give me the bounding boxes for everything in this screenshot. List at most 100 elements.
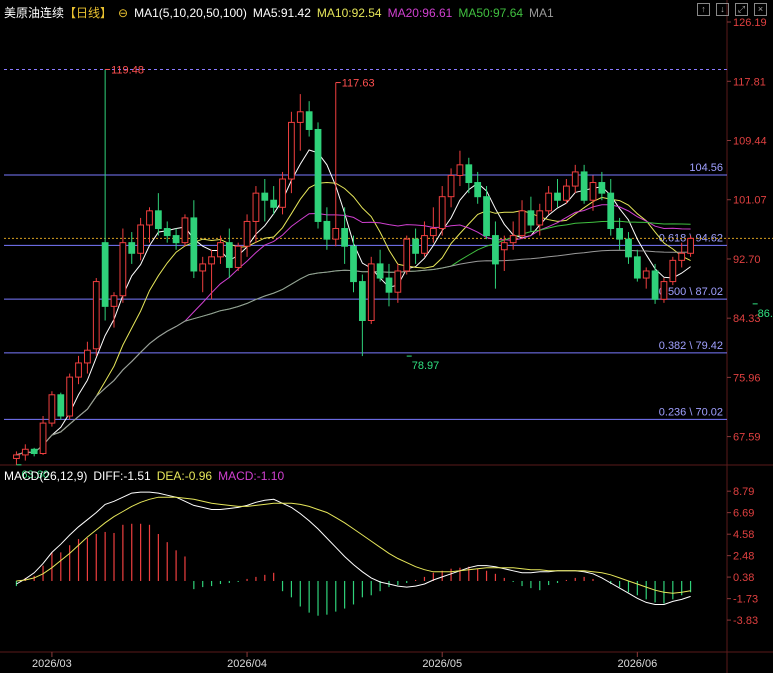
candle-down [554, 192, 561, 201]
candle-down [261, 192, 269, 201]
candle-down [350, 245, 357, 283]
period-label[interactable]: 【日线】 [64, 4, 112, 21]
candle-up [208, 256, 215, 265]
main-chart-header: 美原油连续 【日线】 ⊖ MA1(5,10,20,50,100) MA5:91.… [4, 4, 554, 21]
candle-up [571, 171, 579, 187]
candle-up [39, 422, 47, 455]
ma1-value: MA1 [529, 5, 554, 20]
ma5-value: MA5:91.42 [252, 5, 311, 20]
macd-header: MACD(26,12,9) DIFF:-1.51 DEA:-0.96 MACD:… [4, 469, 284, 483]
symbol-name[interactable]: 美原油连续 [4, 4, 64, 21]
candle-up [84, 349, 91, 364]
price-tick-label: 67.59 [733, 432, 761, 444]
macd-params[interactable]: MACD(26,12,9) [4, 469, 87, 483]
candle-down [376, 263, 384, 279]
candle-up [13, 454, 20, 459]
candle-up [642, 270, 650, 279]
candle-down [580, 171, 588, 201]
candle-down [616, 228, 623, 240]
candle-up [48, 394, 56, 424]
candle-up [394, 270, 402, 293]
time-axis-label: 2026/03 [32, 658, 72, 670]
candle-up [669, 259, 677, 283]
candle-down [625, 238, 632, 258]
candle-down [270, 199, 278, 208]
fib-level-label: 0.500 \ 87.02 [659, 286, 723, 298]
high-label: 117.63 [342, 78, 375, 90]
candle-up [234, 245, 242, 268]
down-arrow-icon[interactable]: ↓ [716, 3, 729, 16]
candle-down [474, 182, 482, 198]
candle-down [154, 210, 162, 230]
candle-up [456, 164, 464, 176]
candle-up [288, 121, 295, 180]
ma-params[interactable]: MA1(5,10,20,50,100) [134, 6, 247, 20]
candle-down [483, 196, 490, 237]
candle-up [678, 252, 686, 261]
background [0, 0, 773, 673]
candle-down [225, 242, 233, 268]
candle-up [403, 238, 411, 272]
candle-up [563, 185, 570, 201]
expand-icon[interactable]: ⤢ [735, 3, 748, 16]
up-arrow-icon[interactable]: ↑ [697, 3, 710, 16]
candle-down [128, 242, 136, 254]
candle-up [217, 242, 224, 258]
candle-down [598, 182, 606, 194]
fib-level-label: 104.56 [689, 162, 723, 174]
candle-up [687, 237, 694, 254]
candle-down [341, 228, 349, 247]
price-tick-label: 84.33 [733, 313, 761, 325]
macd-tick-label: 2.48 [733, 551, 754, 563]
candle-down [57, 394, 65, 417]
candle-up [199, 263, 207, 272]
time-axis-label: 2026/05 [422, 658, 462, 670]
candle-up [447, 174, 455, 198]
low-label: 86.35 [758, 308, 773, 320]
candle-down [358, 281, 366, 321]
candle-up [92, 281, 100, 350]
price-tick-label: 92.70 [733, 254, 761, 266]
candle-down [172, 235, 180, 244]
macd-tick-label: -3.83 [733, 615, 758, 627]
candle-up [252, 192, 260, 222]
candle-down [412, 238, 419, 254]
candle-up [518, 210, 526, 237]
chart-canvas[interactable]: 126.19 117.81 109.44 101.07 92.70 84.33 75.96 6… [0, 0, 773, 673]
macd-dea-value: DEA:-0.96 [156, 469, 213, 483]
time-axis-label: 2026/06 [617, 658, 657, 670]
settings-circle-icon[interactable]: ⊖ [118, 6, 128, 20]
candle-up [332, 228, 340, 240]
high-label: 119.48 [111, 64, 144, 76]
macd-tick-label: 6.69 [733, 508, 754, 520]
candle-up [181, 217, 189, 244]
candle-up [429, 228, 437, 237]
candle-up [75, 362, 82, 378]
fib-level-label: 0.382 \ 79.42 [659, 340, 723, 352]
candle-down [385, 277, 393, 293]
candle-down [527, 210, 535, 226]
candle-down [607, 192, 615, 230]
candle-up [660, 281, 668, 300]
close-icon[interactable]: × [754, 3, 767, 16]
macd-tick-label: -1.73 [733, 594, 758, 606]
macd-diff-value: DIFF:-1.51 [93, 469, 151, 483]
candle-down [633, 256, 641, 279]
candle-up [589, 182, 597, 201]
macd-tick-label: 8.79 [733, 486, 754, 498]
candle-up [421, 235, 428, 254]
price-tick-label: 101.07 [733, 195, 767, 207]
window-controls: ↑ ↓ ⤢ × [697, 3, 767, 16]
candle-down [465, 164, 473, 184]
candle-down [323, 220, 331, 240]
candle-up [438, 196, 446, 230]
candle-down [190, 217, 198, 272]
price-tick-label: 126.19 [733, 17, 767, 29]
price-tick-label: 117.81 [733, 76, 766, 88]
candle-up [367, 263, 375, 321]
candle-up [500, 242, 508, 251]
candle-up [119, 242, 127, 297]
candle-down [101, 242, 109, 307]
low-label: 78.97 [412, 360, 440, 372]
candle-up [545, 192, 553, 212]
